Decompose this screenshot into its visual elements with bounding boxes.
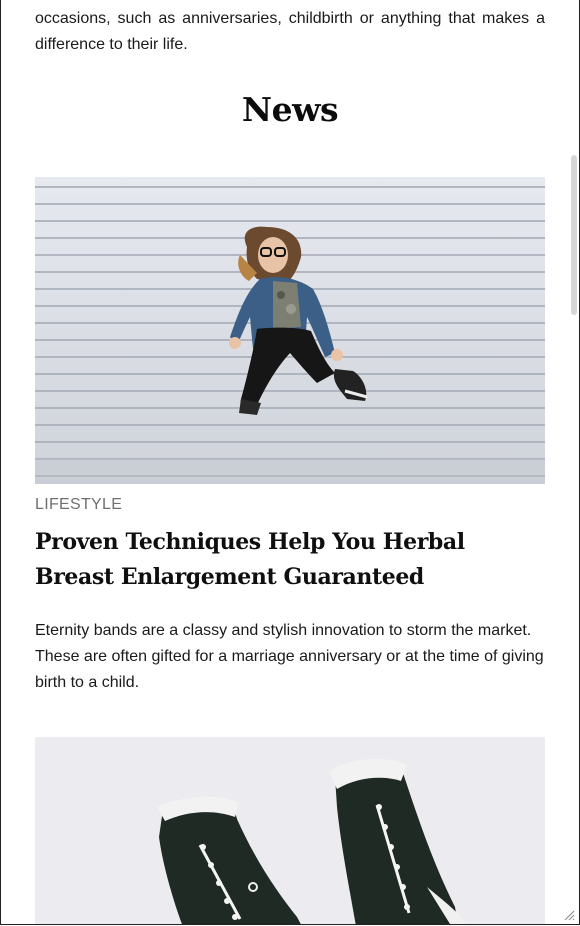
article-excerpt: Eternity bands are a classy and stylish … xyxy=(35,622,544,691)
article-image[interactable] xyxy=(35,177,545,484)
resize-grip-icon[interactable] xyxy=(563,909,575,921)
article-image[interactable] xyxy=(35,737,545,924)
intro-text: occasions, such as anniversaries, childb… xyxy=(35,10,545,53)
sneakers-photo xyxy=(35,737,545,924)
page-frame: occasions, such as anniversaries, childb… xyxy=(0,0,580,925)
scrollbar-thumb[interactable] xyxy=(571,155,577,315)
article-category[interactable]: LIFESTYLE xyxy=(35,494,122,516)
section-title: News xyxy=(241,90,339,129)
article-title[interactable]: Proven Techniques Help You Herbal Breast… xyxy=(35,525,545,595)
jumping-woman-photo xyxy=(35,177,545,484)
